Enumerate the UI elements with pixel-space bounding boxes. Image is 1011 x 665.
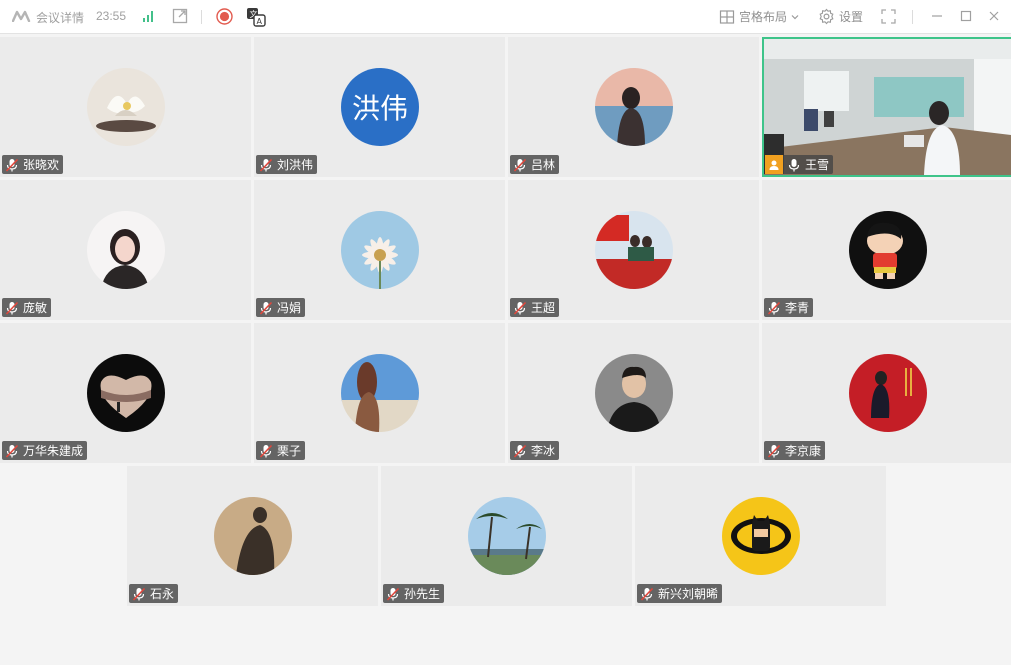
share-screen-icon[interactable] (172, 8, 188, 24)
participant-tile[interactable]: 石永 (127, 466, 378, 606)
participant-tile[interactable]: 孙先生 (381, 466, 632, 606)
avatar (468, 497, 546, 575)
participant-name: 李京康 (785, 444, 822, 458)
layout-label: 宫格布局 (739, 10, 788, 24)
mic-muted-icon (766, 300, 782, 316)
participant-name: 庞敏 (23, 301, 48, 315)
mic-muted-icon (131, 586, 147, 602)
avatar (849, 211, 927, 289)
meeting-toolbar: 会议详情 23:55 文A 宫格布局 设置 (0, 0, 1011, 34)
participant-name: 张晓欢 (23, 158, 60, 172)
participant-tile[interactable]: 栗子 (254, 323, 505, 463)
mic-muted-icon (258, 443, 274, 459)
participant-tile-active-speaker[interactable]: 王雪 (762, 37, 1011, 177)
meeting-timer: 23:55 (96, 9, 127, 23)
avatar (341, 211, 419, 289)
participant-name-tag: 王超 (510, 298, 560, 317)
toolbar-divider (201, 10, 202, 24)
participant-name: 刘洪伟 (277, 158, 314, 172)
mic-muted-icon (512, 300, 528, 316)
record-icon[interactable] (216, 8, 233, 25)
app-logo-icon (12, 10, 32, 22)
mic-muted-icon (512, 157, 528, 173)
avatar: 洪伟 (341, 68, 419, 146)
participant-name-tag: 王雪 (765, 155, 834, 174)
chevron-down-icon (791, 14, 799, 19)
mic-muted-icon (4, 300, 20, 316)
avatar (87, 354, 165, 432)
participant-name: 栗子 (277, 444, 302, 458)
participant-tile[interactable]: 吕林 (508, 37, 759, 177)
participant-name-tag: 新兴刘朝晞 (637, 584, 723, 603)
toolbar-divider (912, 10, 913, 24)
maximize-icon[interactable] (960, 10, 972, 22)
mic-muted-icon (385, 586, 401, 602)
participant-name-tag: 吕林 (510, 155, 560, 174)
avatar (722, 497, 800, 575)
avatar (214, 497, 292, 575)
participant-name: 冯娟 (277, 301, 302, 315)
participant-name: 王超 (531, 301, 556, 315)
participant-name-tag: 刘洪伟 (256, 155, 318, 174)
avatar (595, 211, 673, 289)
grid-layout-dropdown[interactable]: 宫格布局 (719, 8, 799, 25)
mic-muted-icon (4, 443, 20, 459)
participant-name-tag: 石永 (129, 584, 179, 603)
host-icon (765, 155, 783, 174)
participant-name-tag: 李京康 (764, 441, 826, 460)
avatar (595, 354, 673, 432)
network-signal-icon[interactable] (142, 9, 156, 23)
participant-name: 李冰 (531, 444, 556, 458)
participant-tile[interactable]: 洪伟 刘洪伟 (254, 37, 505, 177)
settings-label: 设置 (839, 10, 864, 24)
mic-muted-icon (258, 157, 274, 173)
participant-tile[interactable]: 王超 (508, 180, 759, 320)
participant-name: 万华朱建成 (23, 444, 84, 458)
participant-name: 李青 (785, 301, 810, 315)
close-icon[interactable] (988, 10, 1000, 22)
participant-tile[interactable]: 李冰 (508, 323, 759, 463)
participant-name-tag: 冯娟 (256, 298, 306, 317)
avatar (849, 354, 927, 432)
fullscreen-icon[interactable] (881, 9, 896, 24)
participant-name-tag: 张晓欢 (2, 155, 64, 174)
avatar (87, 68, 165, 146)
participant-name-tag: 孙先生 (383, 584, 445, 603)
avatar (341, 354, 419, 432)
participant-name-tag: 栗子 (256, 441, 306, 460)
participant-name: 新兴刘朝晞 (658, 587, 719, 601)
participant-tile[interactable]: 李京康 (762, 323, 1011, 463)
participant-tile[interactable]: 庞敏 (0, 180, 251, 320)
avatar (595, 68, 673, 146)
participant-name-tag: 李青 (764, 298, 814, 317)
mic-muted-icon (639, 586, 655, 602)
meeting-details-link[interactable]: 会议详情 (36, 9, 84, 26)
svg-text:A: A (257, 17, 263, 26)
participant-name-tag: 庞敏 (2, 298, 52, 317)
grid-layout-icon (719, 9, 735, 24)
mic-muted-icon (4, 157, 20, 173)
participant-tile[interactable]: 新兴刘朝晞 (635, 466, 886, 606)
mic-muted-icon (766, 443, 782, 459)
participant-name: 孙先生 (404, 587, 441, 601)
settings-button[interactable]: 设置 (818, 8, 863, 25)
participant-name-tag: 李冰 (510, 441, 560, 460)
participant-name: 吕林 (531, 158, 556, 172)
participant-name: 石永 (150, 587, 175, 601)
participant-tile[interactable]: 万华朱建成 (0, 323, 251, 463)
participant-name-tag: 万华朱建成 (2, 441, 88, 460)
gear-icon (819, 8, 834, 25)
translate-icon[interactable]: 文A (246, 7, 266, 27)
participant-name: 王雪 (805, 158, 830, 172)
minimize-icon[interactable] (931, 10, 943, 22)
mic-active-icon (788, 158, 800, 171)
mic-muted-icon (258, 300, 274, 316)
avatar (87, 211, 165, 289)
mic-muted-icon (512, 443, 528, 459)
participant-tile[interactable]: 冯娟 (254, 180, 505, 320)
participant-tile[interactable]: 张晓欢 (0, 37, 251, 177)
participant-tile[interactable]: 李青 (762, 180, 1011, 320)
